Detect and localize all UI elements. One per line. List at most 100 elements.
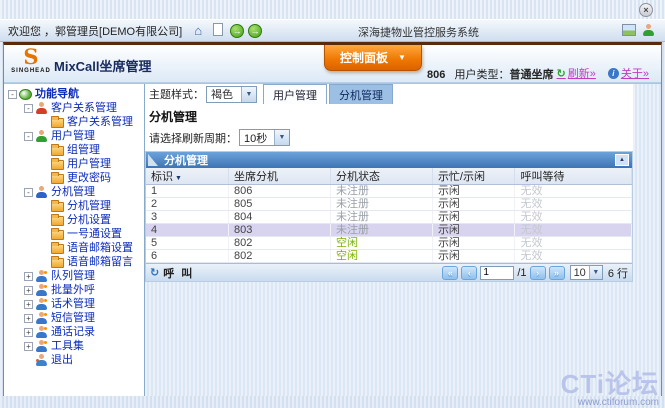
- tree-item[interactable]: 短信管理: [4, 311, 144, 325]
- column-header-status[interactable]: 分机状态: [330, 168, 432, 185]
- tree-expander-icon[interactable]: [24, 342, 33, 351]
- chevron-down-icon: ▼: [274, 130, 289, 145]
- tree-item-icon: [19, 89, 32, 100]
- theme-select[interactable]: 褐色 ▼: [206, 86, 257, 103]
- tree-item-icon: [51, 258, 64, 268]
- tree-item[interactable]: 工具集: [4, 339, 144, 353]
- page-size-select[interactable]: 10 ▼: [570, 265, 603, 280]
- table-row[interactable]: 1 806 未注册 示闲 无效: [146, 185, 632, 198]
- table-row[interactable]: 4 803 未注册 示闲 无效: [146, 224, 632, 237]
- panel-title: 分机管理: [164, 152, 208, 168]
- tree-expander-icon[interactable]: [24, 272, 33, 281]
- tree-item[interactable]: 队列管理: [4, 269, 144, 283]
- column-header-busy[interactable]: 示忙/示闲: [432, 168, 515, 185]
- call-button[interactable]: 呼 叫: [163, 265, 194, 281]
- tree-item-icon: [35, 340, 48, 352]
- tree-item[interactable]: 语音邮箱留言: [4, 255, 144, 269]
- tree-item[interactable]: 分机管理: [4, 199, 144, 213]
- document-icon[interactable]: [210, 23, 226, 39]
- tree-expander-icon[interactable]: [24, 286, 33, 295]
- cell-extension: 805: [229, 198, 331, 211]
- home-icon[interactable]: ⌂: [190, 23, 206, 39]
- table-row[interactable]: 5 802 空闲 示闲 无效: [146, 237, 632, 250]
- tree-item[interactable]: 用户管理: [4, 129, 144, 143]
- tree-item[interactable]: 话术管理: [4, 297, 144, 311]
- sidebar-nav-tree: 功能导航 客户关系管理 客户关系管理 用户管理: [4, 84, 145, 396]
- tree-item[interactable]: 组管理: [4, 143, 144, 157]
- app-header: S SINGHEAD MixCall坐席管理 控制面板 ▼ 806 用户类型：普…: [4, 45, 661, 83]
- refresh-period-select[interactable]: 10秒 ▼: [239, 129, 290, 146]
- last-page-icon[interactable]: »: [549, 266, 565, 280]
- cell-busy: 示闲: [432, 224, 515, 237]
- extension-panel: 分机管理 ▲ 标识▼ 坐席分机 分机状态 示忙/: [145, 151, 633, 282]
- tree-item[interactable]: 分机管理: [4, 185, 144, 199]
- tree-item-label: 功能导航: [35, 87, 79, 101]
- collapse-icon[interactable]: ▲: [615, 154, 629, 166]
- tree-expander-icon[interactable]: [24, 328, 33, 337]
- cell-wait: 无效: [515, 250, 632, 263]
- go-icon[interactable]: →: [248, 24, 262, 38]
- tree-item[interactable]: 通话记录: [4, 325, 144, 339]
- tree-item[interactable]: 用户管理: [4, 157, 144, 171]
- tree-expander-icon[interactable]: [24, 104, 33, 113]
- prev-page-icon[interactable]: ‹: [461, 266, 477, 280]
- table-row[interactable]: 3 804 未注册 示闲 无效: [146, 211, 632, 224]
- first-page-icon[interactable]: «: [442, 266, 458, 280]
- page-number-input[interactable]: [480, 266, 514, 280]
- go-icon[interactable]: →: [230, 24, 244, 38]
- tree-item-icon: [35, 326, 48, 338]
- tree-item[interactable]: 更改密码: [4, 171, 144, 185]
- cell-extension: 804: [229, 211, 331, 224]
- tree-item[interactable]: 批量外呼: [4, 283, 144, 297]
- tree-item[interactable]: 分机设置: [4, 213, 144, 227]
- tree-item-label: 语音邮箱设置: [67, 241, 133, 255]
- cell-busy: 示闲: [432, 237, 515, 250]
- cell-busy: 示闲: [432, 185, 515, 198]
- page-total-label: /1: [517, 267, 526, 279]
- image-icon[interactable]: [622, 24, 636, 36]
- tree-expander-icon[interactable]: [24, 314, 33, 323]
- tree-item[interactable]: 客户关系管理: [4, 115, 144, 129]
- about-link-label: 关于»: [621, 65, 649, 81]
- tree-item-icon: [51, 216, 64, 226]
- system-title: 深海捷物业管控服务系统: [358, 24, 479, 40]
- cell-extension: 806: [229, 185, 331, 198]
- tree-expander-icon[interactable]: [24, 188, 33, 197]
- tree-item[interactable]: 一号通设置: [4, 227, 144, 241]
- tree-expander-icon[interactable]: [24, 300, 33, 309]
- tree-item-label: 分机管理: [51, 185, 95, 199]
- column-header-wait[interactable]: 呼叫等待: [515, 168, 632, 185]
- tree-item[interactable]: 退出: [4, 353, 144, 367]
- tree-item-icon: [51, 202, 64, 212]
- cell-status: 未注册: [330, 224, 432, 237]
- table-body: 1 806 未注册 示闲 无效 2 805 未注册: [146, 185, 632, 263]
- tab[interactable]: 分机管理: [329, 84, 393, 104]
- tree-item[interactable]: 客户关系管理: [4, 101, 144, 115]
- close-icon[interactable]: ×: [639, 3, 653, 17]
- cell-status: 空闲: [330, 237, 432, 250]
- tree-item[interactable]: 语音邮箱设置: [4, 241, 144, 255]
- tree-expander-icon[interactable]: [8, 90, 17, 99]
- logo-icon: S: [11, 46, 51, 68]
- tree-item-icon: [51, 160, 64, 170]
- app-frame: S SINGHEAD MixCall坐席管理 控制面板 ▼ 806 用户类型：普…: [3, 42, 662, 396]
- document-icon-glyph: [213, 23, 223, 36]
- column-header-id[interactable]: 标识▼: [146, 168, 229, 185]
- refresh-icon[interactable]: ↻: [150, 266, 159, 279]
- about-link[interactable]: i 关于»: [608, 65, 649, 81]
- control-panel-button[interactable]: 控制面板 ▼: [324, 45, 422, 71]
- tree-expander-icon[interactable]: [24, 132, 33, 141]
- refresh-link[interactable]: ↻ 刷新»: [557, 65, 596, 81]
- person-icon[interactable]: [642, 24, 655, 36]
- tree-item-label: 分机管理: [67, 199, 111, 213]
- tree-item[interactable]: 功能导航: [4, 87, 144, 101]
- tree-item-label: 话术管理: [51, 297, 95, 311]
- next-page-icon[interactable]: ›: [530, 266, 546, 280]
- table-row[interactable]: 6 802 空闲 示闲 无效: [146, 250, 632, 263]
- tree-item-icon: [51, 146, 64, 156]
- tab[interactable]: 用户管理: [263, 84, 327, 104]
- table-row[interactable]: 2 805 未注册 示闲 无效: [146, 198, 632, 211]
- chevron-down-icon: ▼: [241, 87, 256, 102]
- column-header-extension[interactable]: 坐席分机: [229, 168, 331, 185]
- watermark-url: www.ctiforum.com: [561, 397, 659, 408]
